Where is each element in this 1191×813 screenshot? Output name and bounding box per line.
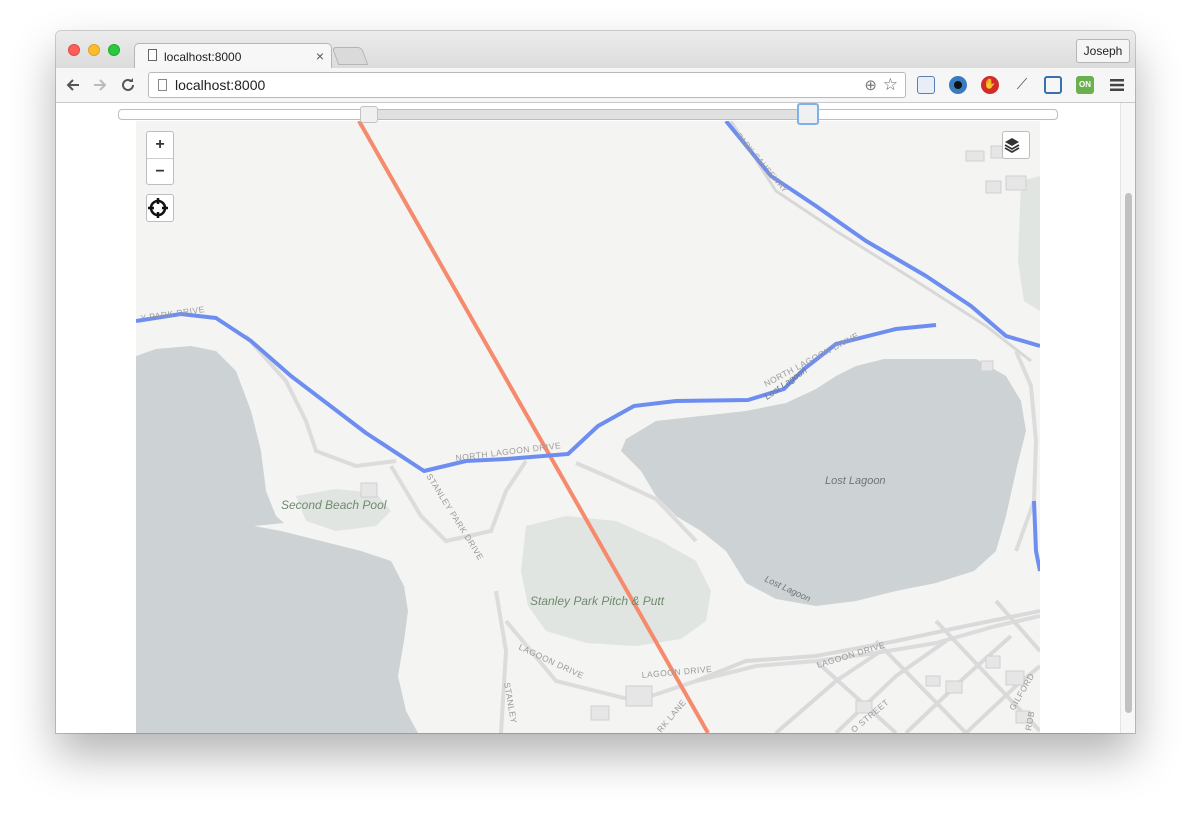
tab-close-icon[interactable]: × [316,48,324,64]
causeway-label: PARK CAUSEWAY [734,132,789,195]
zoom-out-button[interactable]: − [147,159,173,185]
new-tab-button[interactable] [331,47,369,65]
park-top-right [1018,176,1040,311]
reload-icon[interactable] [120,74,136,98]
pitch-putt-park [521,516,711,646]
title-bar: localhost:8000 × Joseph [56,31,1135,69]
park-drive-label: Y PARK DRIVE [140,304,205,323]
map-view[interactable]: Second Beach Pool Stanley Park Pitch & P… [136,121,1040,733]
stop-extension-icon[interactable]: ✋ [981,76,999,94]
layers-button[interactable] [1002,131,1030,159]
crosshair-icon [148,198,168,218]
route-blue-edge [1032,500,1040,572]
page-icon [148,49,157,61]
robson-label: ROB [1023,710,1036,731]
causeway-road [729,121,1032,363]
eyedropper-icon[interactable]: ⟋ [1013,76,1031,94]
pitch-putt-label: Stanley Park Pitch & Putt [530,594,665,608]
bookmark-star-icon[interactable]: ☆ [883,75,898,95]
stanley-park-drive-label: STANLEY PARK DRIVE [424,472,486,562]
profile-button[interactable]: Joseph [1076,39,1130,63]
page-icon [158,79,167,91]
ocean-water [136,346,418,733]
screenshot-extension-icon[interactable] [1044,76,1062,94]
window-extension-icon[interactable] [917,76,935,94]
on-extension-icon[interactable]: ON [1076,76,1094,94]
scrollbar[interactable] [1120,103,1135,733]
second-beach-pool-label: Second Beach Pool [281,498,387,512]
zoom-control: + − [146,131,174,185]
maximize-window-button[interactable] [108,44,120,56]
tab-title: localhost:8000 [164,50,242,64]
slider-lower-handle[interactable] [359,106,378,123]
location-icon[interactable]: ⊕ [864,76,877,94]
layers-icon [1004,138,1020,154]
map-canvas: Second Beach Pool Stanley Park Pitch & P… [136,121,1040,733]
close-window-button[interactable] [68,44,80,56]
browser-toolbar: localhost:8000 ⊕ ☆ ✋ ⟋ ON [56,68,1135,103]
minimize-window-button[interactable] [88,44,100,56]
time-range-slider[interactable] [118,103,1058,125]
back-arrow-icon[interactable] [65,74,81,98]
browser-tab[interactable]: localhost:8000 × [134,43,332,69]
page-content: Second Beach Pool Stanley Park Pitch & P… [56,103,1135,733]
lost-lagoon-label: Lost Lagoon [825,475,886,487]
slider-range-fill [368,110,809,119]
browser-window: localhost:8000 × Joseph localhost:8000 ⊕… [56,31,1135,733]
scrollbar-thumb[interactable] [1125,193,1132,713]
url-text: localhost:8000 [175,77,266,93]
park-lane-label: RK LANE [655,697,688,733]
menu-icon[interactable] [1110,74,1124,98]
address-bar[interactable]: localhost:8000 ⊕ ☆ [148,72,906,98]
locate-button[interactable] [146,194,174,222]
slider-upper-handle[interactable] [797,103,820,125]
forward-arrow-icon[interactable] [92,74,108,98]
zoom-in-button[interactable]: + [147,132,173,159]
eye-extension-icon[interactable] [949,76,967,94]
